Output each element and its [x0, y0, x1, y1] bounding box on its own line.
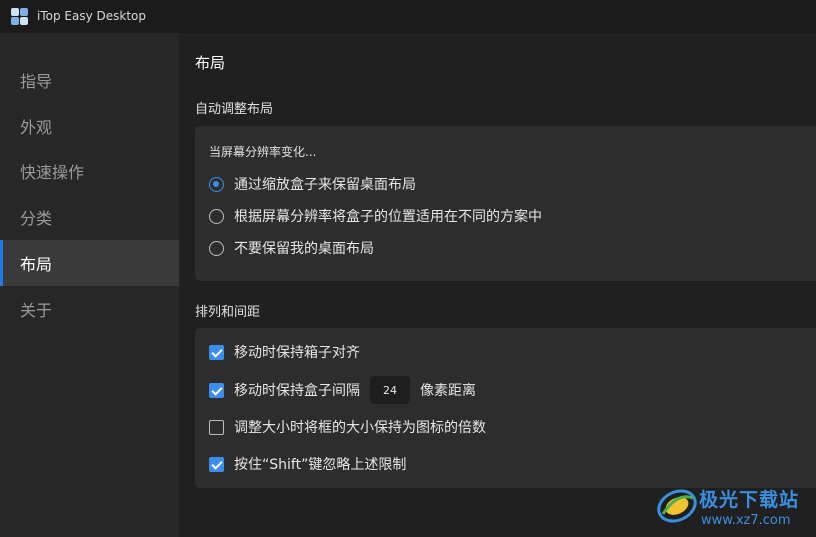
- checkbox-checked-icon[interactable]: [209, 344, 224, 360]
- radio-do-not-keep-layout[interactable]: 不要保留我的桌面布局: [209, 238, 374, 258]
- spacing-unit-label: 像素距离: [420, 383, 476, 399]
- watermark-url: www.xz7.com: [701, 513, 791, 528]
- checkbox-keep-aligned-label: 移动时保持箱子对齐: [234, 345, 360, 361]
- radio-unselected-icon[interactable]: [209, 208, 224, 224]
- title-bar: iTop Easy Desktop: [0, 0, 816, 33]
- watermark: 极光下载站 www.xz7.com: [655, 482, 815, 532]
- checkbox-shift-ignore-label: 按住“Shift”键忽略上述限制: [234, 457, 407, 473]
- sidebar-item-about[interactable]: 关于: [0, 286, 179, 332]
- sidebar-item-layout[interactable]: 布局: [0, 240, 179, 286]
- resolution-change-label: 当屏幕分辨率变化...: [209, 145, 317, 159]
- sidebar-item-guide[interactable]: 指导: [0, 57, 179, 103]
- auto-layout-card: 当屏幕分辨率变化... 通过缩放盒子来保留桌面布局 根据屏幕分辨率将盒子的位置适…: [195, 126, 816, 281]
- main-panel: 布局 自动调整布局 当屏幕分辨率变化... 通过缩放盒子来保留桌面布局 根据屏幕…: [179, 33, 816, 537]
- checkbox-icon-multiple[interactable]: 调整大小时将框的大小保持为图标的倍数: [209, 417, 486, 437]
- checkbox-checked-icon[interactable]: [209, 382, 224, 398]
- radio-scale-boxes[interactable]: 通过缩放盒子来保留桌面布局: [209, 174, 416, 194]
- checkbox-keep-spacing-label: 移动时保持盒子间隔: [234, 383, 360, 399]
- arrangement-section-title: 排列和间距: [195, 305, 261, 320]
- window-title: iTop Easy Desktop: [37, 9, 146, 23]
- radio-do-not-keep-layout-label: 不要保留我的桌面布局: [234, 241, 374, 257]
- radio-scale-boxes-label: 通过缩放盒子来保留桌面布局: [234, 177, 416, 193]
- checkbox-unchecked-icon[interactable]: [209, 419, 224, 435]
- radio-unselected-icon[interactable]: [209, 240, 224, 256]
- arrangement-card: 移动时保持箱子对齐 移动时保持盒子间隔 像素距离 调整大小时将框的大小保持为图标…: [195, 328, 816, 488]
- radio-per-resolution-scheme[interactable]: 根据屏幕分辨率将盒子的位置适用在不同的方案中: [209, 206, 542, 226]
- watermark-name: 极光下载站: [699, 489, 800, 511]
- checkbox-icon-multiple-label: 调整大小时将框的大小保持为图标的倍数: [234, 420, 486, 436]
- radio-selected-icon[interactable]: [209, 176, 224, 192]
- checkbox-checked-icon[interactable]: [209, 456, 224, 472]
- checkbox-shift-ignore[interactable]: 按住“Shift”键忽略上述限制: [209, 454, 406, 474]
- checkbox-keep-aligned[interactable]: 移动时保持箱子对齐: [209, 342, 360, 362]
- watermark-logo-icon: [657, 489, 697, 523]
- radio-per-resolution-scheme-label: 根据屏幕分辨率将盒子的位置适用在不同的方案中: [234, 209, 542, 225]
- auto-layout-section-title: 自动调整布局: [195, 102, 274, 117]
- checkbox-keep-spacing[interactable]: 移动时保持盒子间隔 像素距离: [209, 376, 476, 404]
- spacing-pixels-input[interactable]: [370, 376, 410, 404]
- sidebar-item-appearance[interactable]: 外观: [0, 103, 179, 149]
- app-logo-icon: [11, 8, 28, 25]
- sidebar-item-categories[interactable]: 分类: [0, 194, 179, 240]
- page-title: 布局: [195, 54, 226, 72]
- sidebar-item-quick-actions[interactable]: 快速操作: [0, 148, 179, 194]
- sidebar: 指导 外观 快速操作 分类 布局 关于: [0, 33, 179, 537]
